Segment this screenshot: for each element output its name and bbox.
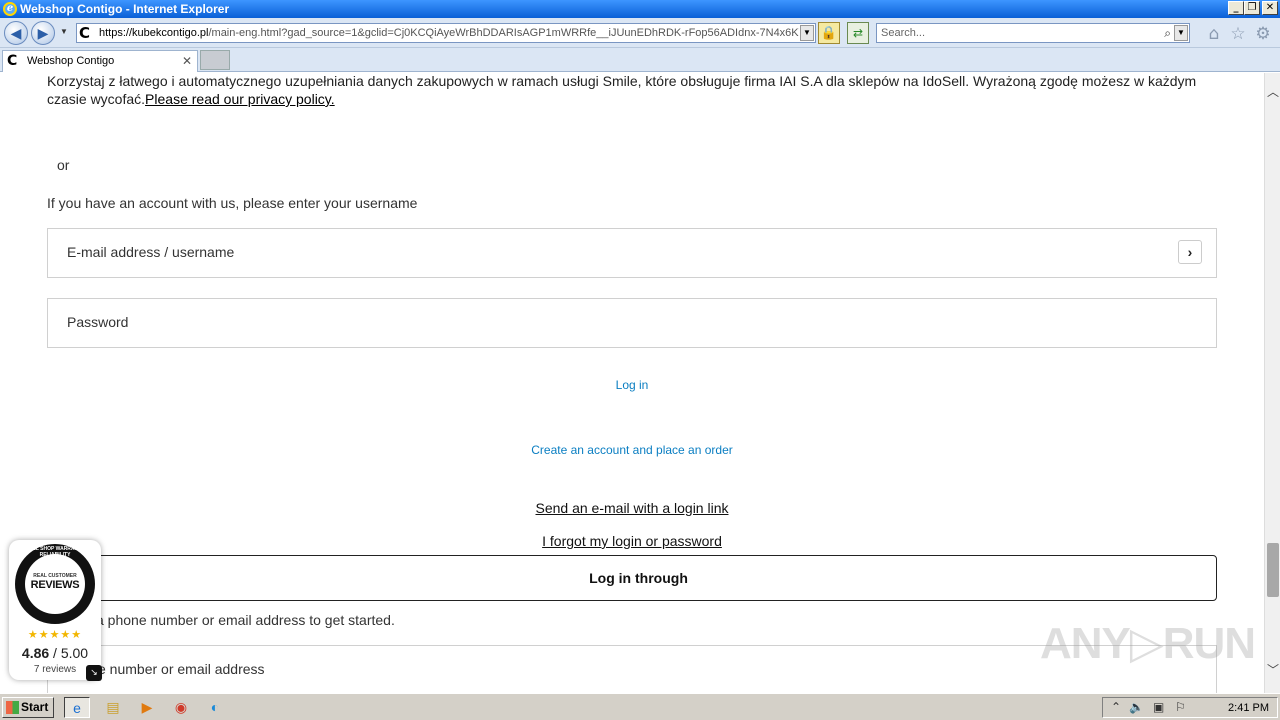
- window-titlebar: e Webshop Contigo - Internet Explorer _ …: [0, 0, 1280, 18]
- back-button[interactable]: ◀: [4, 21, 28, 45]
- chevron-down-icon: ▼: [60, 27, 68, 36]
- search-input[interactable]: Search... ⌕ ▼: [876, 23, 1190, 43]
- url-path: /main-eng.html?gad_source=1&gclid=Cj0KCQ…: [208, 27, 799, 39]
- seal-big-text: REVIEWS: [30, 579, 80, 591]
- refresh-icon: ⇄: [852, 26, 864, 40]
- url-host: https://kubekcontigo.pl: [99, 27, 209, 39]
- reviews-badge[interactable]: IDOSELL SHOP WARRANTY OF RELIABILITY REA…: [9, 540, 102, 681]
- rating-score: 4.86 / 5.00: [9, 645, 101, 661]
- gear-icon[interactable]: ⚙: [1254, 25, 1272, 43]
- windows-flag-icon: [6, 701, 19, 714]
- taskbar-chrome-icon[interactable]: ◉: [168, 697, 194, 718]
- lock-icon: 🔒: [820, 25, 838, 40]
- phone-email-label: e number or email address: [98, 661, 265, 677]
- tab-strip: C Webshop Contigo ✕: [0, 48, 1280, 72]
- volume-icon[interactable]: 🔈: [1129, 700, 1144, 714]
- tab-label: Webshop Contigo: [27, 55, 115, 67]
- taskbar-media-player-icon[interactable]: ▶: [134, 697, 160, 718]
- favorites-star-icon[interactable]: ☆: [1229, 25, 1247, 43]
- history-dropdown[interactable]: ▼: [58, 21, 70, 45]
- score-value: 4.86: [21, 645, 50, 661]
- home-icon[interactable]: ⌂: [1205, 25, 1223, 43]
- create-account-link[interactable]: Create an account and place an order: [0, 443, 1264, 457]
- search-placeholder: Search...: [881, 27, 926, 39]
- security-lock-button[interactable]: 🔒: [818, 22, 840, 44]
- url-text: https://kubekcontigo.pl/main-eng.html?ga…: [99, 24, 799, 42]
- arrow-left-icon: ◀: [10, 25, 22, 41]
- search-dropdown-button[interactable]: ▼: [1174, 25, 1188, 41]
- privacy-policy-link[interactable]: Please read our privacy policy.: [145, 91, 335, 107]
- scroll-down-icon[interactable]: ﹀: [1265, 661, 1280, 677]
- tab-close-icon[interactable]: ✕: [182, 51, 192, 71]
- password-label: Password: [67, 314, 129, 330]
- score-max: / 5.00: [53, 645, 89, 661]
- address-bar-row: ◀ ▶ ▼ C https://kubekcontigo.pl/main-eng…: [0, 18, 1280, 48]
- forgot-password-link[interactable]: I forgot my login or password: [0, 533, 1264, 549]
- network-icon[interactable]: ▣: [1153, 700, 1164, 714]
- login-through-button[interactable]: Log in through: [60, 555, 1217, 601]
- rating-stars-icon: ★★★★★: [27, 629, 83, 641]
- new-tab-button[interactable]: [200, 50, 230, 70]
- system-tray: ⌃ 🔈 ▣ ⚐ 2:41 PM: [1102, 697, 1278, 718]
- window-title: Webshop Contigo - Internet Explorer: [20, 2, 230, 16]
- or-separator: or: [57, 157, 70, 173]
- smile-consent-text: Korzystaj z łatwego i automatycznego uzu…: [47, 73, 1217, 108]
- username-field[interactable]: E-mail address / username ›: [47, 228, 1217, 278]
- phone-hint-text: a phone number or email address to get s…: [96, 612, 395, 628]
- password-field[interactable]: Password: [47, 298, 1217, 348]
- search-icon[interactable]: ⌕: [1164, 24, 1171, 42]
- taskbar-edge-icon[interactable]: ◐: [202, 697, 228, 718]
- expand-arrow-icon[interactable]: ↘: [86, 665, 102, 681]
- scroll-up-icon[interactable]: ︿: [1265, 83, 1280, 99]
- page-scrollbar[interactable]: ︿ ﹀: [1264, 73, 1280, 693]
- refresh-button[interactable]: ⇄: [847, 22, 869, 44]
- address-dropdown-button[interactable]: ▼: [800, 25, 814, 41]
- tab-webshop-contigo[interactable]: C Webshop Contigo ✕: [2, 50, 198, 72]
- taskbar: Start e ▤ ▶ ◉ ◐ ⌃ 🔈 ▣ ⚐ 2:41 PM: [0, 693, 1280, 720]
- chevron-right-icon: ›: [1187, 244, 1193, 260]
- start-label: Start: [21, 700, 49, 714]
- site-favicon-icon: C: [79, 24, 91, 42]
- username-label: E-mail address / username: [67, 244, 235, 260]
- taskbar-folder-icon[interactable]: ▤: [100, 697, 126, 718]
- email-login-link[interactable]: Send an e-mail with a login link: [0, 500, 1264, 516]
- maximize-button[interactable]: ❐: [1244, 1, 1260, 15]
- arrow-right-icon: ▶: [37, 25, 49, 41]
- tab-favicon-icon: C: [7, 53, 18, 69]
- tray-expand-icon[interactable]: ⌃: [1111, 700, 1121, 714]
- action-center-flag-icon[interactable]: ⚐: [1175, 700, 1186, 714]
- forward-button[interactable]: ▶: [31, 21, 55, 45]
- start-button[interactable]: Start: [2, 697, 54, 718]
- taskbar-ie-icon[interactable]: e: [64, 697, 90, 718]
- username-submit-button[interactable]: ›: [1178, 240, 1202, 264]
- address-input[interactable]: C https://kubekcontigo.pl/main-eng.html?…: [76, 23, 816, 43]
- seal-center: REAL CUSTOMER REVIEWS: [25, 554, 85, 614]
- ie-logo-icon: e: [3, 2, 17, 16]
- clock[interactable]: 2:41 PM: [1228, 702, 1269, 714]
- page-content: Korzystaj z łatwego i automatycznego uzu…: [0, 73, 1264, 693]
- scroll-thumb[interactable]: [1267, 543, 1279, 597]
- account-intro-text: If you have an account with us, please e…: [47, 195, 418, 211]
- anyrun-watermark: ANY▷RUN: [1040, 619, 1256, 668]
- login-link[interactable]: Log in: [0, 378, 1264, 392]
- minimize-button[interactable]: _: [1228, 1, 1244, 15]
- close-window-button[interactable]: ✕: [1262, 1, 1278, 15]
- reviews-seal: IDOSELL SHOP WARRANTY OF RELIABILITY REA…: [15, 544, 95, 624]
